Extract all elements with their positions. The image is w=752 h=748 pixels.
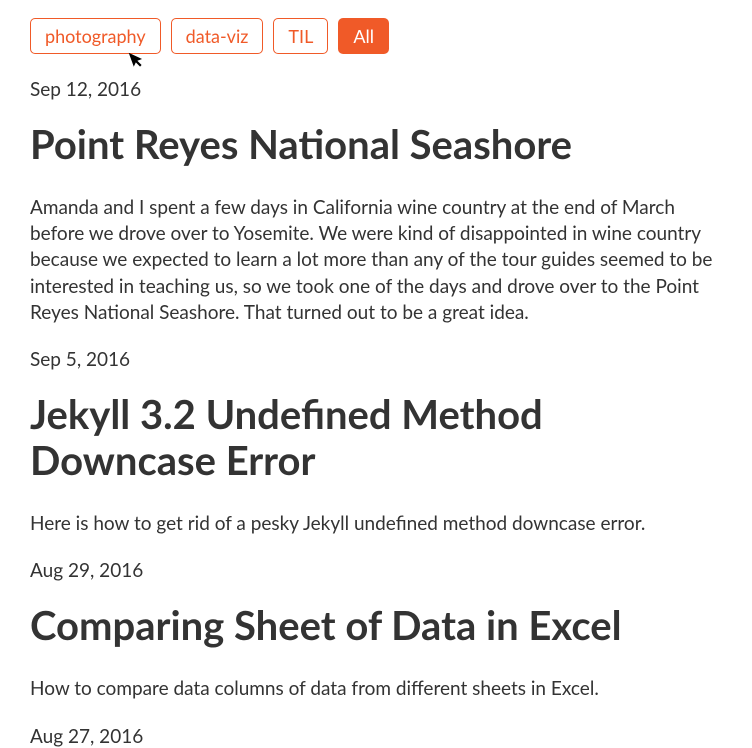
tag-photography[interactable]: photography bbox=[30, 18, 161, 54]
post-item: Sep 5, 2016 Jekyll 3.2 Undefined Method … bbox=[30, 348, 722, 537]
post-item: Aug 29, 2016 Comparing Sheet of Data in … bbox=[30, 559, 722, 702]
tag-til[interactable]: TIL bbox=[273, 18, 328, 54]
post-item: Aug 27, 2016 bbox=[30, 725, 722, 748]
tag-data-viz[interactable]: data-viz bbox=[171, 18, 264, 54]
post-title[interactable]: Point Reyes National Seashore bbox=[30, 121, 722, 167]
post-date: Sep 12, 2016 bbox=[30, 78, 722, 101]
post-date: Aug 29, 2016 bbox=[30, 559, 722, 582]
post-excerpt: Here is how to get rid of a pesky Jekyll… bbox=[30, 511, 722, 537]
post-excerpt: Amanda and I spent a few days in Califor… bbox=[30, 195, 722, 326]
post-date: Aug 27, 2016 bbox=[30, 725, 722, 748]
post-item: Sep 12, 2016 Point Reyes National Seasho… bbox=[30, 78, 722, 326]
post-excerpt: How to compare data columns of data from… bbox=[30, 676, 722, 702]
tag-all[interactable]: All bbox=[338, 18, 389, 54]
post-title[interactable]: Comparing Sheet of Data in Excel bbox=[30, 602, 722, 648]
post-date: Sep 5, 2016 bbox=[30, 348, 722, 371]
tag-filter-row: photography data-viz TIL All bbox=[30, 18, 722, 54]
post-title[interactable]: Jekyll 3.2 Undefined Method Downcase Err… bbox=[30, 391, 722, 483]
